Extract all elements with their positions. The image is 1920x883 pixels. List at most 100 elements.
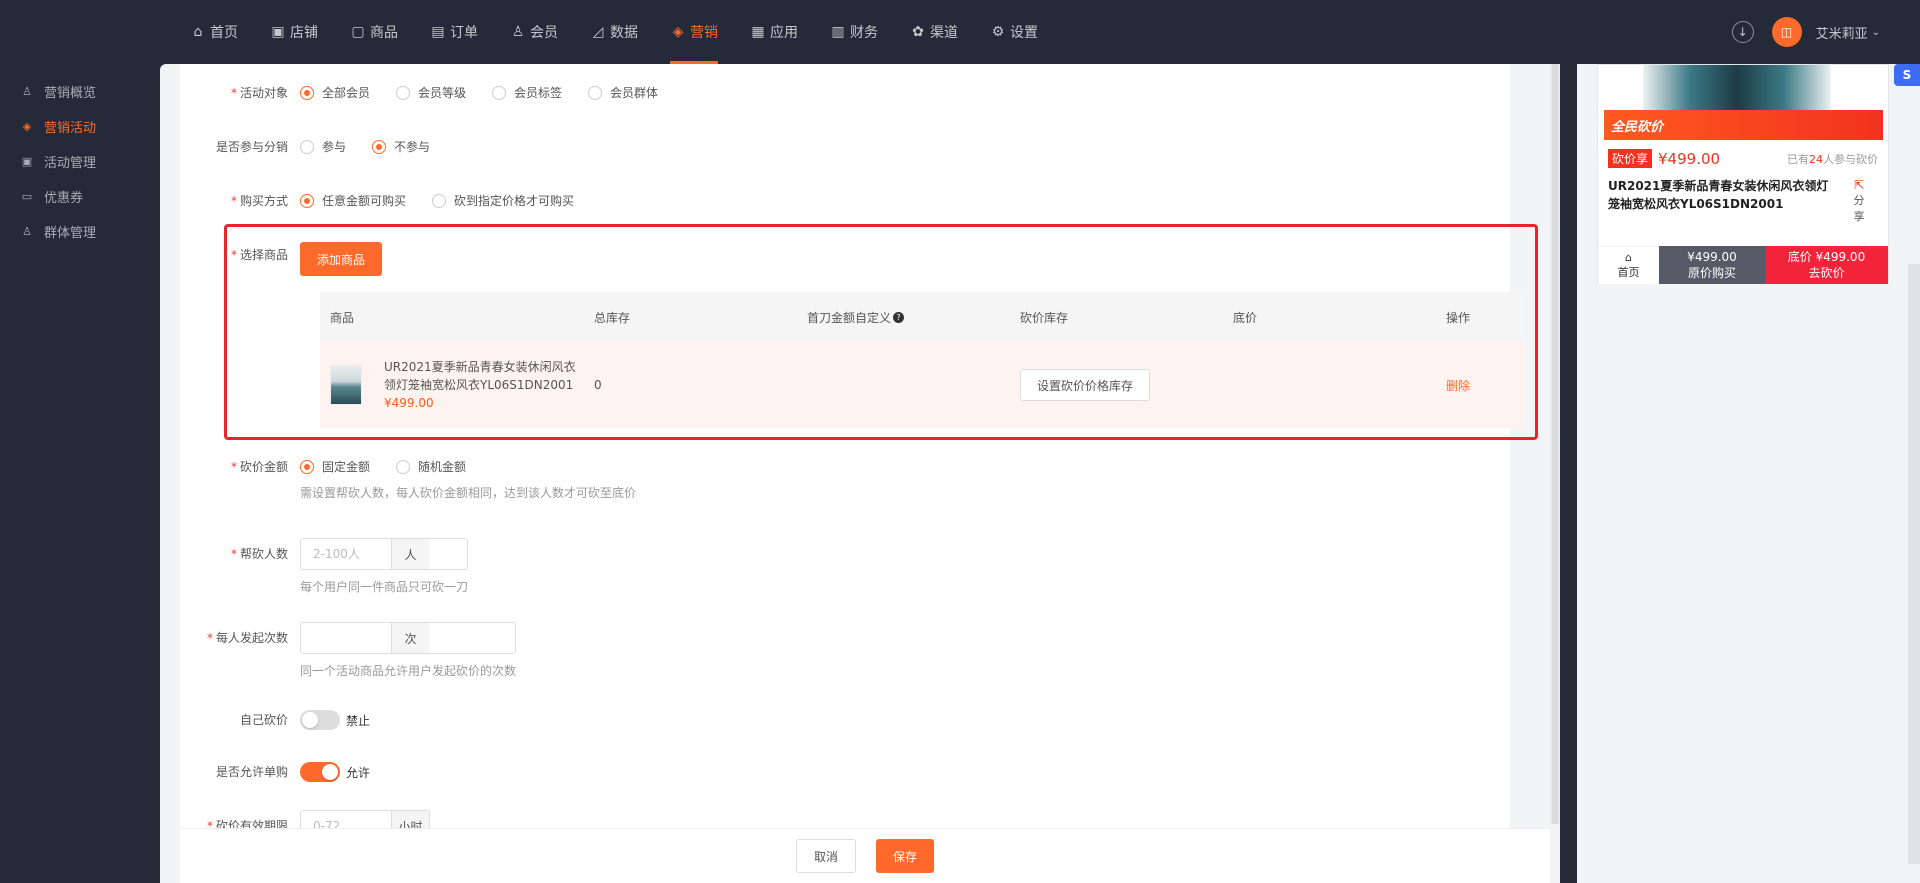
nav-channel[interactable]: ✿ 渠道 [910, 0, 970, 64]
radio-not-join[interactable]: 不参与 [372, 138, 430, 156]
scrollbar[interactable] [1550, 64, 1560, 824]
main-content: * 活动对象 全部会员 会员等级 会员标签 会员群体 是否参与分销 参与 不参与 … [160, 64, 1560, 883]
self-cut-state: 禁止 [346, 713, 371, 728]
row-amount: * 砍价金额 固定金额 随机金额 需设置帮砍人数，每人砍价金额相同，达到该人数才可… [180, 458, 636, 501]
preview-title: UR2021夏季新品青春女装休闲风衣领灯笼袖宽松风衣YL06S1DN2001 [1608, 179, 1829, 211]
sidebar-item-coupon[interactable]: ▭ 优惠券 [0, 179, 160, 214]
helpers-input[interactable] [301, 539, 391, 569]
row-self-cut: 自己砍价 禁止 [180, 710, 370, 730]
sidebar-item-label: 营销概览 [44, 86, 97, 101]
download-icon[interactable]: ↓ [1731, 21, 1754, 43]
row-purchase: * 购买方式 任意金额可购买 砍到指定价格才可购买 [180, 192, 600, 210]
avatar[interactable]: ◫ [1771, 17, 1802, 47]
list-icon: ▣ [21, 155, 33, 168]
sidebar-item-label: 活动管理 [44, 156, 97, 171]
user-icon: ♙ [22, 85, 32, 98]
preview-share[interactable]: ⇱ 分享 [1849, 177, 1869, 225]
radio-fixed-amount[interactable]: 固定金额 [300, 458, 370, 476]
nav-label: 数据 [610, 25, 638, 41]
nav-order[interactable]: ▤ 订单 [430, 0, 490, 64]
nav-shop[interactable]: ▣ 店铺 [270, 0, 330, 64]
radio-member-tag[interactable]: 会员标签 [492, 84, 562, 102]
sidebar-item-group[interactable]: ♙ 群体管理 [0, 214, 160, 249]
preview-product-image [1643, 65, 1831, 110]
top-right-tools: ↓ ◫ 艾米莉亚 ⌄ [1731, 0, 1880, 64]
row-distribution: 是否参与分销 参与 不参与 [180, 138, 456, 156]
member-icon: ♙ [511, 24, 525, 40]
coupon-icon: ▭ [21, 190, 33, 203]
nav-label: 订单 [450, 25, 478, 41]
sidebar-item-overview[interactable]: ♙ 营销概览 [0, 74, 160, 109]
preview-bottom-bar: ⌂ 首页 ¥499.00 原价购买 底价 ¥499.00 去砍价 [1598, 246, 1888, 284]
channel-icon: ✿ [912, 24, 924, 40]
field-label: * 帮砍人数 [230, 547, 288, 561]
radio-all-members[interactable]: 全部会员 [300, 84, 370, 102]
distribution-radio-group: 参与 不参与 [300, 138, 456, 156]
single-buy-toggle[interactable] [300, 762, 340, 782]
target-radio-group: 全部会员 会员等级 会员标签 会员群体 [300, 84, 684, 102]
nav-label: 商品 [370, 25, 398, 41]
preview-tag: 砍价享 [1608, 149, 1653, 168]
radio-any-amount[interactable]: 任意金额可购买 [300, 192, 406, 210]
sidebar: ♙ 营销概览 ◈ 营销活动 ▣ 活动管理 ▭ 优惠券 ♙ 群体管理 [0, 64, 160, 883]
scrollbar-thumb[interactable] [1552, 64, 1558, 824]
nav-marketing[interactable]: ◈ 营销 [670, 0, 730, 64]
top-navbar: ⌂ 首页 ▣ 店铺 ▢ 商品 ▤ 订单 ♙ 会员 ◿ 数据 ◈ 营销 ▦ 应用 ▥ 财务 ✿ 渠道 … [0, 0, 1920, 64]
footer-bar: 取消 保存 [180, 828, 1550, 883]
nav-finance[interactable]: ▥ 财务 [830, 0, 890, 64]
radio-random-amount[interactable]: 随机金额 [396, 458, 466, 476]
nav-label: 首页 [210, 25, 238, 41]
amount-radio-group: 固定金额 随机金额 [300, 458, 636, 476]
save-button[interactable]: 保存 [876, 839, 935, 873]
preview-price-row: 砍价享 ¥499.00 已有24人参与砍价 [1608, 149, 1878, 168]
sidebar-item-label: 营销活动 [44, 121, 97, 136]
preview-original-buy-button[interactable]: ¥499.00 原价购买 [1659, 246, 1765, 284]
sidebar-item-label: 群体管理 [44, 226, 97, 241]
main-nav: ⌂ 首页 ▣ 店铺 ▢ 商品 ▤ 订单 ♙ 会员 ◿ 数据 ◈ 营销 ▦ 应用 ▥ 财务 ✿ 渠道 … [190, 0, 1070, 64]
field-label: * 活动对象 [230, 86, 288, 100]
amount-hint: 需设置帮砍人数，每人砍价金额相同，达到该人数才可砍至底价 [300, 486, 637, 500]
nav-home[interactable]: ⌂ 首页 [190, 0, 250, 64]
goods-icon: ▢ [351, 24, 365, 40]
app-icon: ▦ [751, 24, 765, 40]
share-icon: ⇱ [1853, 178, 1865, 192]
preview-home-button[interactable]: ⌂ 首页 [1598, 246, 1659, 284]
preview-scrollbar[interactable] [1908, 264, 1920, 864]
launches-unit: 次 [391, 623, 429, 653]
order-icon: ▤ [431, 24, 445, 40]
launches-input-group: 次 [300, 622, 517, 654]
sidebar-item-activities[interactable]: ◈ 营销活动 [0, 109, 160, 144]
store-icon: ⌂ [1625, 251, 1632, 264]
field-label: * 每人发起次数 [206, 631, 288, 645]
nav-member[interactable]: ♙ 会员 [510, 0, 570, 64]
radio-member-level[interactable]: 会员等级 [396, 84, 466, 102]
nav-app[interactable]: ▦ 应用 [750, 0, 810, 64]
purchase-radio-group: 任意金额可购买 砍到指定价格才可购买 [300, 192, 600, 210]
radio-target-price[interactable]: 砍到指定价格才可购买 [432, 192, 574, 210]
radio-member-group[interactable]: 会员群体 [588, 84, 658, 102]
sidebar-item-manage[interactable]: ▣ 活动管理 [0, 144, 160, 179]
single-buy-state: 允许 [346, 765, 371, 780]
radio-join[interactable]: 参与 [300, 138, 346, 156]
floating-tool-icon[interactable]: S [1894, 64, 1920, 86]
tag-icon: ◈ [22, 120, 32, 133]
row-target: * 活动对象 全部会员 会员等级 会员标签 会员群体 [180, 84, 684, 102]
nav-goods[interactable]: ▢ 商品 [350, 0, 410, 64]
cancel-button[interactable]: 取消 [795, 839, 856, 873]
helpers-input-group: 人 [300, 538, 469, 570]
launches-input[interactable] [301, 623, 391, 653]
nav-label: 应用 [770, 25, 798, 41]
nav-data[interactable]: ◿ 数据 [590, 0, 650, 64]
preview-banner: 全民砍价 [1604, 110, 1883, 140]
launches-hint: 同一个活动商品允许用户发起砍价的次数 [300, 664, 517, 678]
self-cut-toggle[interactable] [300, 710, 340, 730]
user-menu[interactable]: 艾米莉亚 ⌄ [1816, 23, 1880, 42]
preview-price: ¥499.00 [1658, 149, 1721, 168]
field-label: 是否允许单购 [215, 765, 288, 779]
nav-settings[interactable]: ⚙ 设置 [990, 0, 1050, 64]
preview-pane: 全民砍价 砍价享 ¥499.00 已有24人参与砍价 UR2021夏季新品青春女… [1577, 64, 1920, 883]
field-label: 自己砍价 [239, 713, 288, 727]
field-label: 是否参与分销 [215, 140, 288, 154]
nav-label: 营销 [690, 25, 718, 41]
preview-go-cut-button[interactable]: 底价 ¥499.00 去砍价 [1765, 246, 1888, 284]
